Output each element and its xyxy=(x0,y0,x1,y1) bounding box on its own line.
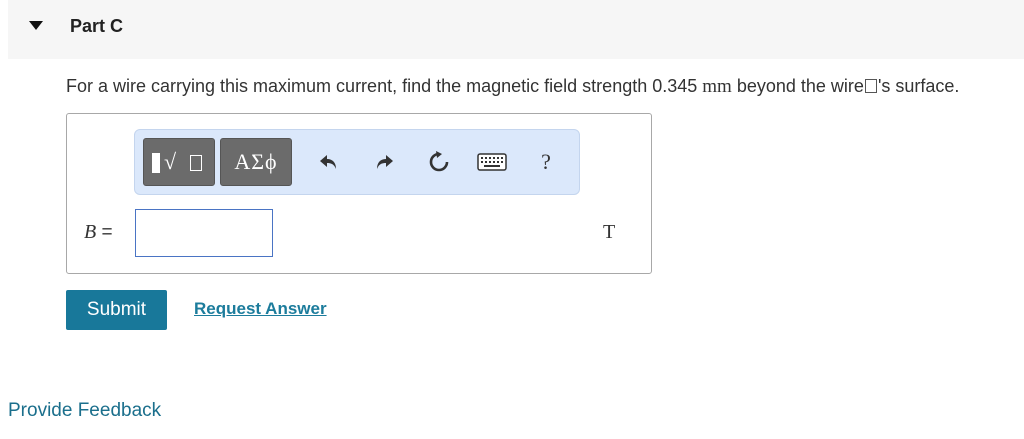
missing-glyph-icon xyxy=(864,79,877,93)
reset-button[interactable] xyxy=(423,146,455,178)
submit-button[interactable]: Submit xyxy=(66,290,167,330)
equals-sign: = xyxy=(96,222,113,243)
greek-letters-button[interactable]: ΑΣϕ xyxy=(220,138,292,186)
help-icon: ? xyxy=(541,149,551,174)
reset-icon xyxy=(429,151,449,172)
request-answer-link[interactable]: Request Answer xyxy=(194,299,327,319)
question-text-end: 's surface. xyxy=(877,76,960,96)
variable-symbol: B xyxy=(84,221,97,243)
collapse-caret-icon[interactable] xyxy=(29,21,43,30)
question-text-start: For a wire carrying this maximum current… xyxy=(66,76,703,96)
undo-button[interactable] xyxy=(313,146,345,178)
templates-button[interactable]: √ xyxy=(143,138,215,186)
question-unit: mm xyxy=(702,76,732,97)
question-text-mid: beyond the wire xyxy=(731,76,864,96)
unit-label: T xyxy=(603,221,616,243)
provide-feedback-link[interactable]: Provide Feedback xyxy=(8,400,161,422)
help-button[interactable]: ? xyxy=(530,146,562,178)
part-title: Part C xyxy=(70,16,124,36)
answer-input[interactable] xyxy=(135,209,273,257)
redo-icon xyxy=(377,155,393,169)
part-header[interactable] xyxy=(8,0,1024,59)
redo-button[interactable] xyxy=(368,146,400,178)
question-text: For a wire carrying this maximum current… xyxy=(66,76,959,98)
keyboard-button[interactable] xyxy=(476,146,508,178)
variable-label: B = xyxy=(84,221,113,244)
templates-icon: √ xyxy=(152,149,208,175)
keyboard-icon xyxy=(477,153,507,171)
undo-icon xyxy=(320,155,336,169)
